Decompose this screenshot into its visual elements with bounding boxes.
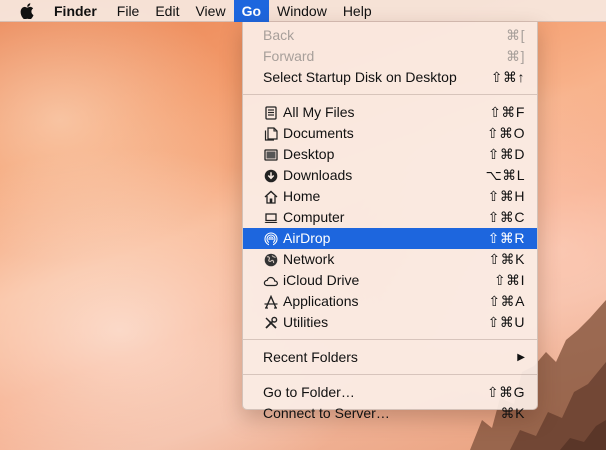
- menu-item-label: Documents: [283, 125, 354, 141]
- menu-item-label: Home: [283, 188, 321, 204]
- menu-item-applications[interactable]: Applications ⇧⌘A: [243, 291, 537, 312]
- menu-item-shortcut: ⇧⌘A: [488, 293, 525, 309]
- home-icon: [263, 189, 279, 205]
- menu-item-go-to-folder[interactable]: Go to Folder… ⇧⌘G: [243, 382, 537, 403]
- go-menu-dropdown: Back ⌘[ Forward ⌘] Select Startup Disk o…: [242, 22, 538, 421]
- menu-item-label: Downloads: [283, 167, 353, 183]
- menu-item-utilities[interactable]: Utilities ⇧⌘U: [243, 312, 537, 333]
- menu-item-shortcut: ⌥⌘L: [485, 167, 525, 183]
- menu-item-documents[interactable]: Documents ⇧⌘O: [243, 123, 537, 144]
- menu-item-label: AirDrop: [283, 230, 331, 246]
- menu-item-connect-to-server[interactable]: Connect to Server… ⌘K: [243, 403, 537, 424]
- menu-item-shortcut: ⇧⌘H: [487, 188, 525, 204]
- menu-bar: Finder File Edit View Go Window Help: [0, 0, 606, 22]
- menu-item-shortcut: ⇧⌘C: [487, 209, 525, 225]
- menu-item-label: Back: [263, 27, 295, 43]
- menu-item-shortcut: ⇧⌘K: [488, 251, 525, 267]
- downloads-icon: [263, 168, 279, 184]
- menu-finder[interactable]: Finder: [54, 0, 109, 22]
- menu-item-shortcut: ⇧⌘↑: [490, 69, 525, 85]
- menu-item-label: Connect to Server…: [263, 405, 390, 421]
- menu-separator: [243, 339, 537, 340]
- menu-item-shortcut: ⇧⌘I: [493, 272, 525, 288]
- submenu-arrow-icon: ▶: [517, 352, 525, 363]
- applications-icon: [263, 294, 279, 310]
- menu-go[interactable]: Go: [233, 0, 270, 22]
- menu-item-network[interactable]: Network ⇧⌘K: [243, 249, 537, 270]
- menu-edit[interactable]: Edit: [147, 0, 187, 22]
- menu-item-desktop[interactable]: Desktop ⇧⌘D: [243, 144, 537, 165]
- menu-item-downloads[interactable]: Downloads ⌥⌘L: [243, 165, 537, 186]
- menu-item-shortcut: ⌘]: [506, 48, 525, 64]
- menu-item-label: All My Files: [283, 104, 355, 120]
- menu-item-shortcut: ⌘K: [500, 405, 525, 421]
- menu-item-label: iCloud Drive: [283, 272, 360, 288]
- menu-item-label: Recent Folders: [263, 349, 358, 365]
- menu-item-label: Select Startup Disk on Desktop: [263, 69, 457, 85]
- airdrop-icon: [263, 231, 279, 247]
- menu-item-recent-folders[interactable]: Recent Folders ▶: [243, 347, 537, 368]
- menu-item-shortcut: ⇧⌘R: [487, 230, 525, 246]
- menu-item-label: Utilities: [283, 314, 329, 330]
- menu-item-all-my-files[interactable]: All My Files ⇧⌘F: [243, 102, 537, 123]
- menu-item-shortcut: ⇧⌘O: [486, 125, 525, 141]
- menu-item-label: Network: [283, 251, 335, 267]
- menu-item-label: Applications: [283, 293, 359, 309]
- menu-item-label: Desktop: [283, 146, 335, 162]
- icloud-icon: [263, 273, 279, 289]
- menu-item-forward[interactable]: Forward ⌘]: [243, 46, 537, 67]
- menu-item-icloud-drive[interactable]: iCloud Drive ⇧⌘I: [243, 270, 537, 291]
- apple-menu-icon[interactable]: [16, 0, 38, 22]
- menu-item-label: Computer: [283, 209, 345, 225]
- menu-file[interactable]: File: [109, 0, 148, 22]
- menu-item-shortcut: ⇧⌘F: [489, 104, 525, 120]
- menu-separator: [243, 94, 537, 95]
- menu-item-select-startup-disk[interactable]: Select Startup Disk on Desktop ⇧⌘↑: [243, 67, 537, 88]
- all-files-icon: [263, 105, 279, 121]
- computer-icon: [263, 210, 279, 226]
- menu-item-shortcut: ⇧⌘G: [486, 384, 525, 400]
- menu-item-label: Forward: [263, 48, 315, 64]
- menu-item-back[interactable]: Back ⌘[: [243, 25, 537, 46]
- utilities-icon: [263, 315, 279, 331]
- menu-item-shortcut: ⇧⌘U: [487, 314, 525, 330]
- menu-item-airdrop[interactable]: AirDrop ⇧⌘R: [243, 228, 537, 249]
- menu-window[interactable]: Window: [269, 0, 335, 22]
- documents-icon: [263, 126, 279, 142]
- menu-view[interactable]: View: [187, 0, 233, 22]
- menu-item-shortcut: ⇧⌘D: [487, 146, 525, 162]
- menu-item-home[interactable]: Home ⇧⌘H: [243, 186, 537, 207]
- menu-separator: [243, 374, 537, 375]
- menu-help[interactable]: Help: [335, 0, 380, 22]
- desktop-icon: [263, 147, 279, 163]
- network-icon: [263, 252, 279, 268]
- menu-item-shortcut: ⌘[: [506, 27, 525, 43]
- menu-item-computer[interactable]: Computer ⇧⌘C: [243, 207, 537, 228]
- menu-item-label: Go to Folder…: [263, 384, 355, 400]
